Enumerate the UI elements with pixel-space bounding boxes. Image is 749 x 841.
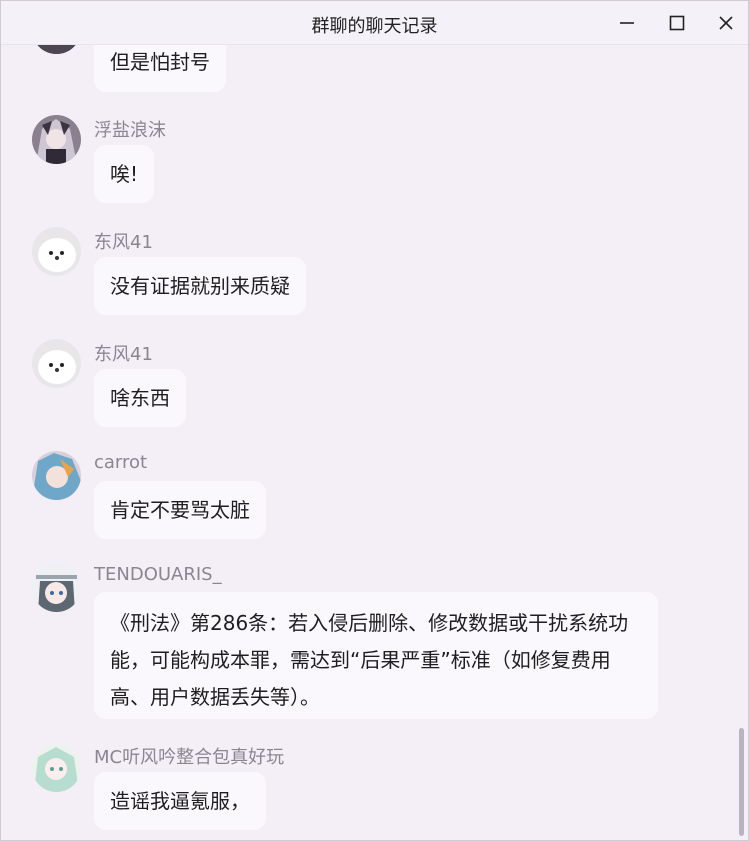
message-bubble[interactable]: 唉! bbox=[94, 145, 155, 203]
message-text: 造谣我逼氪服， bbox=[110, 789, 250, 813]
sender-name: 浮盐浪沫 bbox=[94, 120, 166, 141]
title-bar[interactable]: 群聊的聊天记录 bbox=[1, 1, 748, 45]
avatar-white-dog-icon[interactable] bbox=[32, 339, 81, 388]
message-text: 肯定不要骂太脏 bbox=[110, 498, 250, 522]
avatar-anime-green-icon[interactable] bbox=[32, 743, 81, 792]
sender-name: 东风41 bbox=[94, 344, 153, 365]
message-text: 没有证据就别来质疑 bbox=[110, 274, 290, 298]
minimize-button[interactable] bbox=[615, 11, 639, 35]
sender-name: carrot bbox=[94, 452, 148, 473]
avatar-white-dog-icon[interactable] bbox=[32, 227, 81, 276]
message-text: 啥东西 bbox=[110, 386, 170, 410]
message-bubble[interactable]: 《刑法》第286条：若入侵后删除、修改数据或干扰系统功能，可能构成本罪，需达到“… bbox=[94, 592, 658, 719]
minimize-icon bbox=[618, 14, 636, 32]
message-list[interactable]: 但是怕封号 浮盐浪沫 唉! 东风41 没有证据就别来质疑 东风41 啥东西 ca… bbox=[1, 1, 748, 840]
message-bubble[interactable]: 肯定不要骂太脏 bbox=[94, 481, 266, 539]
message-bubble[interactable]: 啥东西 bbox=[94, 369, 186, 427]
close-icon bbox=[717, 14, 735, 32]
sender-name: TENDOUARIS_ bbox=[94, 564, 222, 585]
message-text: 唉! bbox=[110, 162, 139, 186]
avatar-anime-maid-icon[interactable] bbox=[32, 563, 81, 612]
message-text: 但是怕封号 bbox=[110, 50, 210, 74]
message-text: 《刑法》第286条：若入侵后删除、修改数据或干扰系统功能，可能构成本罪，需达到“… bbox=[110, 611, 629, 709]
avatar-anime-girl-icon[interactable] bbox=[32, 115, 81, 164]
sender-name: 东风41 bbox=[94, 232, 153, 253]
avatar-anime-blue-icon[interactable] bbox=[32, 451, 81, 500]
message-bubble[interactable]: 没有证据就别来质疑 bbox=[94, 257, 306, 315]
close-button[interactable] bbox=[714, 11, 738, 35]
chat-history-window: 但是怕封号 浮盐浪沫 唉! 东风41 没有证据就别来质疑 东风41 啥东西 ca… bbox=[0, 0, 749, 841]
message-bubble[interactable]: 造谣我逼氪服， bbox=[94, 772, 266, 830]
maximize-icon bbox=[668, 14, 686, 32]
sender-name: MC听风吟整合包真好玩 bbox=[94, 747, 285, 768]
scrollbar[interactable] bbox=[739, 728, 744, 836]
maximize-button[interactable] bbox=[665, 11, 689, 35]
